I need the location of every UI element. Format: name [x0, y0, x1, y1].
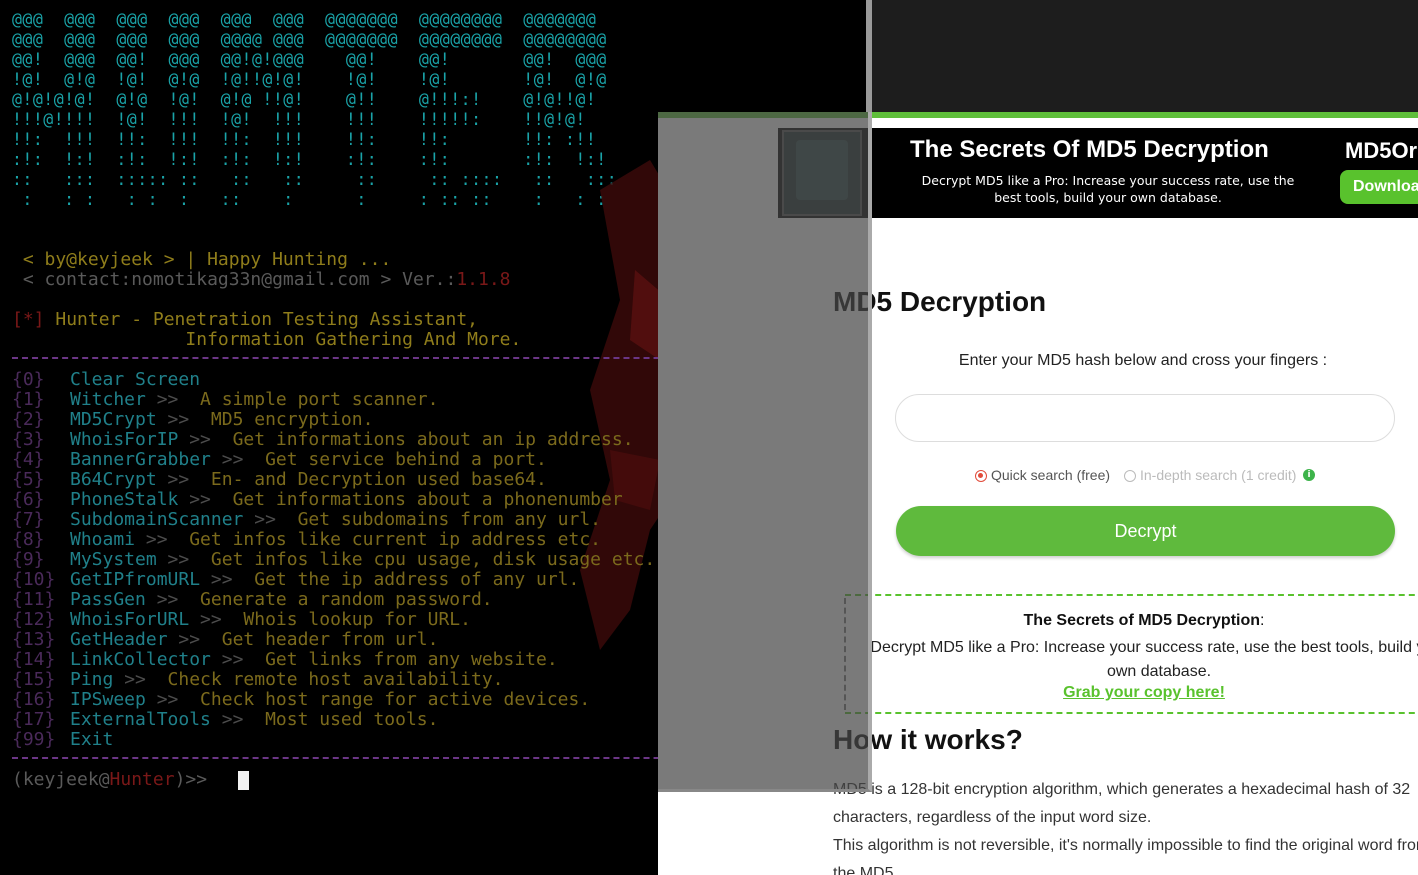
intro-line-1: [*] Hunter - Penetration Testing Assista… — [12, 309, 478, 330]
menu-item-line: WhoisForURL >> Whois lookup for URL. — [70, 609, 471, 630]
radio-in-depth-search[interactable]: In-depth search (1 credit) — [1124, 467, 1296, 485]
menu-item-number: {99} — [12, 729, 56, 750]
menu-item-line: Witcher >> A simple port scanner. — [70, 389, 439, 410]
radio-quick-search[interactable]: Quick search (free) — [975, 467, 1110, 485]
menu-item-line: GetIPfromURL >> Get the ip address of an… — [70, 569, 580, 590]
menu-item-line: B64Crypt >> En- and Decryption used base… — [70, 469, 547, 490]
info-icon[interactable]: i — [1303, 469, 1315, 481]
promo-box: The Secrets of MD5 Decryption: Decrypt M… — [845, 594, 1418, 714]
contact-line: < contact:nomotikag33n@gmail.com > Ver.:… — [12, 269, 511, 290]
grab-copy-link[interactable]: Grab your copy here! — [845, 684, 1418, 702]
menu-item-number: {13} — [12, 629, 56, 650]
menu-item-number: {4} — [12, 449, 45, 470]
menu-item-line: IPSweep >> Check host range for active d… — [70, 689, 591, 710]
translucent-window-overlay — [658, 112, 868, 792]
menu-item-line: BannerGrabber >> Get service behind a po… — [70, 449, 547, 470]
menu-item-line: WhoisForIP >> Get informations about an … — [70, 429, 634, 450]
command-prompt[interactable]: (keyjeek@Hunter)>> — [12, 770, 207, 790]
menu-item-number: {10} — [12, 569, 56, 590]
menu-item-number: {1} — [12, 389, 45, 410]
ad-brand-logo: MD5Or — [1345, 138, 1418, 163]
ad-banner[interactable]: The Secrets Of MD5 Decryption Decrypt MD… — [778, 128, 1418, 218]
promo-title: The Secrets of MD5 Decryption: — [1023, 612, 1265, 629]
menu-item-number: {14} — [12, 649, 56, 670]
menu-item-number: {3} — [12, 429, 45, 450]
menu-item-number: {17} — [12, 709, 56, 730]
menu-item-line: PassGen >> Generate a random password. — [70, 589, 493, 610]
menu-item-line: MySystem >> Get infos like cpu usage, di… — [70, 549, 656, 570]
menu-item-line: MD5Crypt >> MD5 encryption. — [70, 409, 374, 430]
radio-selected-icon — [975, 470, 987, 482]
menu-item-number: {7} — [12, 509, 45, 530]
menu-item-line: PhoneStalk >> Get informations about a p… — [70, 489, 623, 510]
menu-item-line: Ping >> Check remote host availability. — [70, 669, 504, 690]
author-line: < by@keyjeek > | Happy Hunting ... — [12, 249, 392, 270]
how-it-works-text: MD5 is a 128-bit encryption algorithm, w… — [833, 781, 1418, 875]
intro-line-2: Information Gathering And More. — [12, 329, 522, 350]
menu-item-line: Clear Screen — [70, 369, 201, 390]
instruction-text: Enter your MD5 hash below and cross your… — [958, 352, 1328, 369]
menu-item-number: {5} — [12, 469, 45, 490]
menu-item-line: SubdomainScanner >> Get subdomains from … — [70, 509, 602, 530]
text-cursor — [238, 771, 249, 790]
menu-item-number: {12} — [12, 609, 56, 630]
menu-item-number: {6} — [12, 489, 45, 510]
menu-item-line: Whoami >> Get infos like current ip addr… — [70, 529, 602, 550]
menu-item-number: {16} — [12, 689, 56, 710]
menu-item-number: {8} — [12, 529, 45, 550]
menu-item-number: {0} — [12, 369, 45, 390]
ad-title: The Secrets Of MD5 Decryption — [910, 136, 1269, 163]
background-dark-area — [872, 0, 1418, 112]
ascii-banner: @@@ @@@ @@@ @@@ @@@ @@@ @@@@@@@ @@@@@@@@… — [12, 10, 618, 209]
promo-left-border — [844, 598, 846, 710]
promo-text: Decrypt MD5 like a Pro: Increase your su… — [870, 639, 1418, 680]
radio-unselected-icon — [1124, 470, 1136, 482]
md5-hash-input[interactable] — [895, 394, 1395, 442]
menu-item-line: GetHeader >> Get header from url. — [70, 629, 439, 650]
menu-item-number: {9} — [12, 549, 45, 570]
menu-item-line: ExternalTools >> Most used tools. — [70, 709, 439, 730]
decrypt-button[interactable]: Decrypt — [896, 506, 1395, 556]
ad-subtitle: Decrypt MD5 like a Pro: Increase your su… — [921, 173, 1295, 205]
menu-item-number: {2} — [12, 409, 45, 430]
ad-download-button[interactable]: Download — [1340, 170, 1418, 204]
menu-item-number: {15} — [12, 669, 56, 690]
menu-item-line: LinkCollector >> Get links from any webs… — [70, 649, 558, 670]
menu-item-number: {11} — [12, 589, 56, 610]
menu-item-line: Exit — [70, 729, 114, 750]
